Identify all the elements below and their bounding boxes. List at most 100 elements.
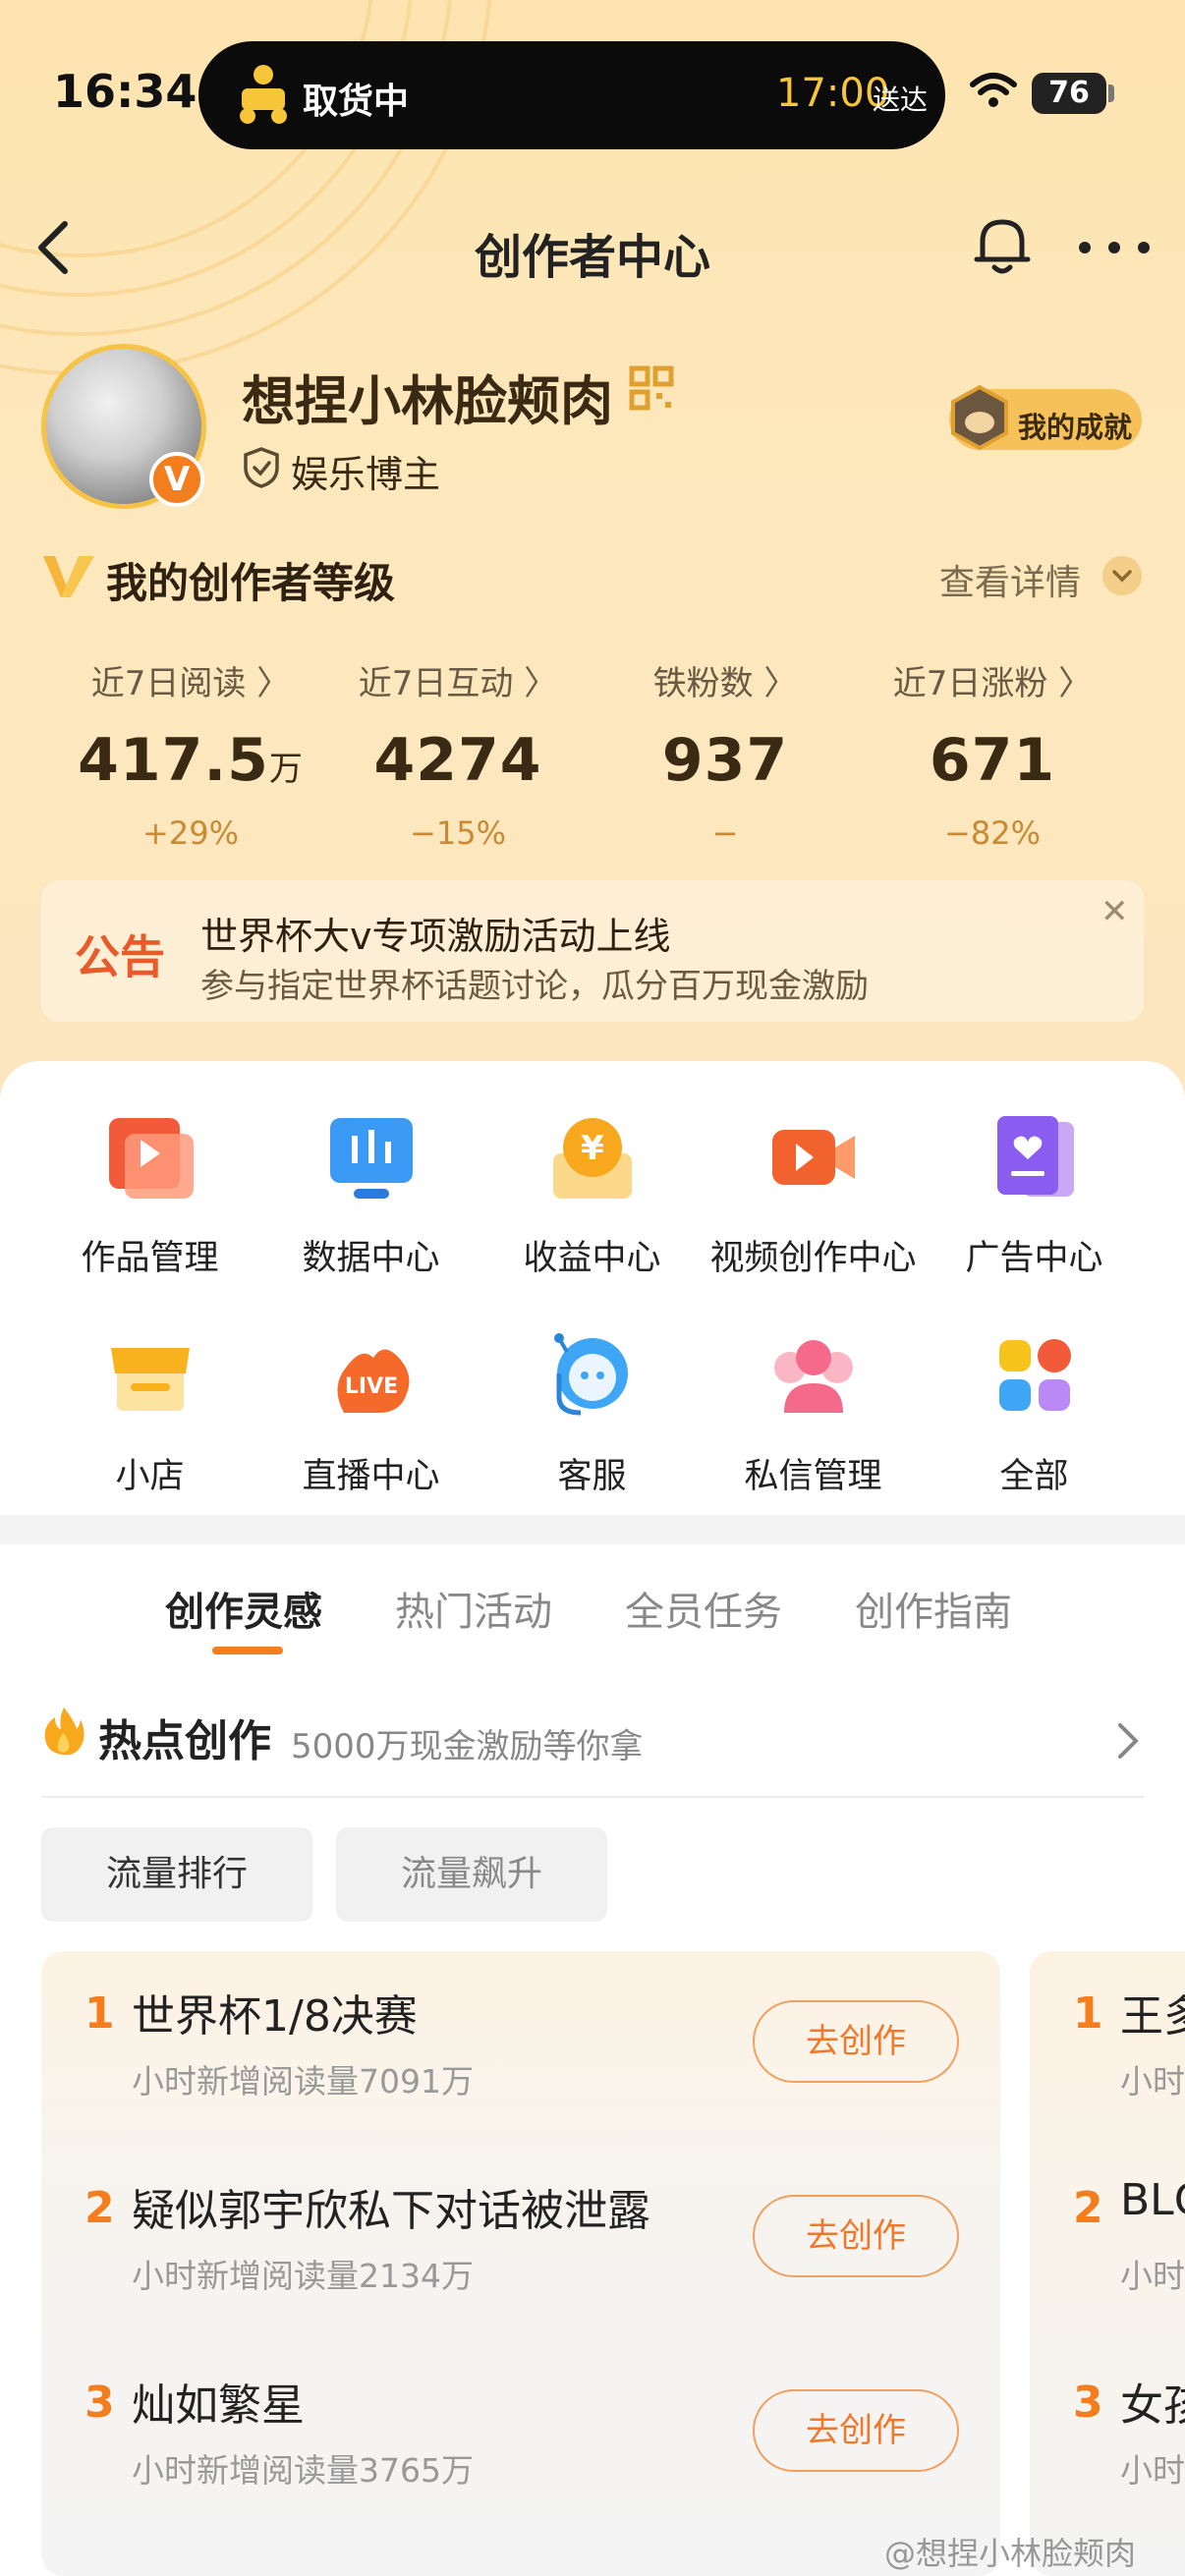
rank-number: 1 (1073, 1988, 1103, 2039)
stat-number: 671 (929, 726, 1056, 795)
hot-creation-title: 热点创作 (98, 1716, 271, 1766)
status-time: 16:34 (53, 65, 198, 118)
tab-creation-guide[interactable]: 创作指南 (855, 1580, 1012, 1637)
chip-traffic-surge[interactable]: 流量飙升 (336, 1827, 607, 1922)
rank-title: 王多 (1120, 1991, 1185, 2042)
rank-subtitle: 小时新增阅读量7091万 (132, 2062, 474, 2100)
tool-ad-center[interactable]: 广告中心 (924, 1110, 1145, 1280)
chevron-right-icon[interactable] (1116, 1721, 1140, 1761)
stat-number: 4274 (373, 726, 542, 795)
island-eta-suffix: 送达 (873, 84, 929, 116)
data-icon (329, 1118, 413, 1199)
stat-value: 937 (588, 726, 863, 795)
tab-creative-inspiration[interactable]: 创作灵感 (165, 1580, 322, 1637)
stat-7day-reads[interactable]: 近7日阅读 〉 417.5万 +29% (53, 656, 328, 852)
chevron-down-icon[interactable] (1102, 556, 1142, 595)
video-icon (771, 1130, 855, 1185)
battery-indicator: 76 (1032, 73, 1106, 114)
stat-value: 4274 (320, 726, 595, 795)
verified-badge: V (149, 452, 204, 507)
tool-label: 私信管理 (744, 1457, 882, 1496)
stat-value: 671 (855, 726, 1130, 795)
stat-unit: 万 (268, 750, 304, 789)
tab-all-member-tasks[interactable]: 全员任务 (625, 1580, 782, 1637)
qr-code-icon[interactable] (629, 365, 674, 411)
tool-message-management[interactable]: 私信管理 (703, 1328, 924, 1498)
ranking-item[interactable]: 2 疑似郭宇欣私下对话被泄露 小时新增阅读量2134万 去创作 (41, 2146, 1000, 2332)
message-icon (773, 1340, 853, 1413)
stat-7day-interactions[interactable]: 近7日互动 〉 4274 −15% (320, 656, 595, 852)
announcement-banner[interactable]: 公告 世界杯大v专项激励活动上线 参与指定世界杯话题讨论，瓜分百万现金激励 ✕ (41, 880, 1144, 1022)
tool-live-center[interactable]: LIVE 直播中心 (260, 1328, 481, 1498)
works-icon (108, 1118, 194, 1199)
stat-number: 937 (661, 726, 789, 795)
stat-change: − (711, 814, 739, 852)
svg-text:LIVE: LIVE (344, 1374, 397, 1399)
rank-subtitle: 小时 (1120, 2451, 1185, 2490)
stat-loyal-fans[interactable]: 铁粉数 〉 937 − (588, 656, 863, 852)
view-details-link[interactable]: 查看详情 (939, 554, 1081, 605)
hot-creation-subtitle: 5000万现金激励等你拿 (291, 1727, 644, 1766)
tab-hot-activities[interactable]: 热门活动 (395, 1580, 552, 1637)
shield-icon (244, 447, 279, 488)
stat-change: −82% (944, 814, 1041, 852)
svg-text:¥: ¥ (581, 1129, 604, 1168)
ranking-card: 1 世界杯1/8决赛 小时新增阅读量7091万 去创作 2 疑似郭宇欣私下对话被… (41, 1951, 1000, 2576)
my-achievements-button[interactable]: 我的成就 (949, 384, 1142, 451)
go-create-button[interactable]: 去创作 (753, 2195, 959, 2277)
tool-label: 视频创作中心 (709, 1239, 917, 1278)
go-create-button[interactable]: 去创作 (753, 2389, 959, 2472)
rank-title: 疑似郭宇欣私下对话被泄露 (132, 2186, 650, 2236)
stat-label: 近7日互动 〉 (358, 664, 558, 703)
tool-income-center[interactable]: ¥ 收益中心 (481, 1110, 703, 1280)
ranking-card-partial[interactable]: 1 王多 小时 2 BLC 小时 3 女孩 小时 (1030, 1951, 1185, 2576)
stat-label: 近7日阅读 〉 (90, 664, 291, 703)
ranking-item[interactable]: 3 灿如繁星 小时新增阅读量3765万 去创作 (41, 2340, 1000, 2527)
delivery-scooter-icon (240, 65, 287, 124)
tool-video-creation[interactable]: 视频创作中心 (703, 1110, 924, 1280)
tool-label: 作品管理 (81, 1239, 219, 1278)
announcement-tag: 公告 (75, 930, 165, 983)
rank-subtitle: 小时新增阅读量3765万 (132, 2451, 474, 2490)
stat-change: +29% (142, 814, 239, 852)
stat-change: −15% (410, 814, 506, 852)
dynamic-island[interactable]: 取货中 17:00 送达 (198, 41, 945, 149)
rank-number: 2 (1073, 2183, 1103, 2233)
service-icon (553, 1333, 628, 1416)
ranking-item[interactable]: 1 世界杯1/8决赛 小时新增阅读量7091万 去创作 (41, 1951, 1000, 2138)
tool-label: 数据中心 (302, 1239, 440, 1278)
tool-label: 广告中心 (965, 1239, 1103, 1278)
stat-label: 铁粉数 〉 (652, 664, 798, 703)
tool-customer-service[interactable]: 客服 (481, 1328, 703, 1498)
announcement-subtitle: 参与指定世界杯话题讨论，瓜分百万现金激励 (200, 967, 869, 1006)
rank-number: 3 (85, 2378, 115, 2428)
close-icon[interactable]: ✕ (1100, 892, 1129, 931)
rank-number: 1 (85, 1988, 115, 2039)
tool-shop[interactable]: 小店 (39, 1328, 260, 1498)
bell-icon[interactable] (973, 214, 1032, 277)
more-icon[interactable] (1077, 240, 1152, 255)
wifi-icon (970, 73, 1017, 107)
watermark: @想捏小林脸颊肉 (884, 2535, 1137, 2572)
rank-title: 女孩 (1120, 2380, 1185, 2431)
tool-data-center[interactable]: 数据中心 (260, 1110, 481, 1280)
flame-icon (44, 1708, 85, 1756)
live-icon: LIVE (336, 1349, 409, 1413)
stat-value: 417.5万 (53, 726, 328, 795)
stat-7day-new-fans[interactable]: 近7日涨粉 〉 671 −82% (855, 656, 1130, 852)
creator-tools-grid: 作品管理 数据中心 ¥ 收益中心 视频创作中心 广告中心 小店 LIVE 直播中… (0, 1061, 1185, 1515)
tool-works-management[interactable]: 作品管理 (39, 1110, 260, 1280)
ad-icon (996, 1116, 1074, 1197)
rank-subtitle: 小时 (1120, 2257, 1185, 2295)
go-create-button[interactable]: 去创作 (753, 2000, 959, 2083)
chip-traffic-ranking[interactable]: 流量排行 (41, 1827, 312, 1922)
rank-title: BLC (1120, 2175, 1185, 2225)
rank-number: 3 (1073, 2378, 1103, 2428)
tool-label: 收益中心 (523, 1239, 661, 1278)
announcement-title: 世界杯大v专项激励活动上线 (200, 915, 671, 958)
shop-icon (110, 1348, 190, 1411)
role-label: 娱乐博主 (291, 453, 441, 496)
tool-all[interactable]: 全部 (924, 1328, 1145, 1498)
island-status-text: 取货中 (303, 82, 410, 122)
all-icon (998, 1339, 1071, 1411)
